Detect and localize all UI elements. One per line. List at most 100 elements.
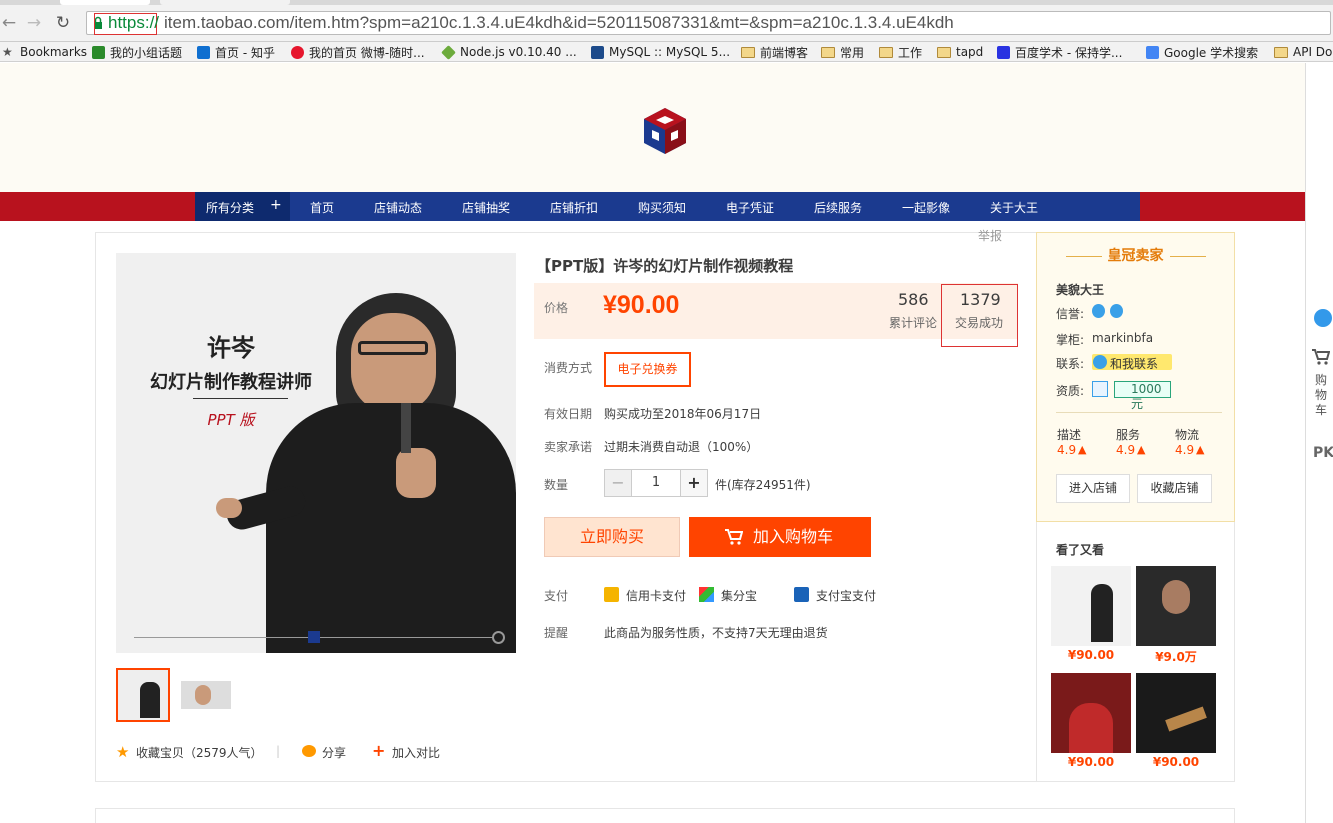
rec-item-price[interactable]: ¥9.0万 xyxy=(1136,648,1216,665)
reload-icon[interactable]: ↻ xyxy=(54,14,72,32)
reviews-label[interactable]: 累计评论 xyxy=(889,314,937,331)
contact-text: 和我联系 xyxy=(1110,357,1159,371)
bookmark-item[interactable]: 常用 xyxy=(821,44,864,60)
add-to-cart-button[interactable]: 加入购物车 xyxy=(689,517,871,557)
tab-strip xyxy=(0,0,1333,5)
rating-label: 物流 xyxy=(1175,428,1200,442)
nav-item[interactable]: 首页 xyxy=(310,199,334,216)
sales-highlight xyxy=(941,284,1018,347)
rating-label: 服务 xyxy=(1116,428,1141,442)
bookmark-item[interactable]: Google 学术搜索 xyxy=(1146,44,1258,60)
nav-item[interactable]: 后续服务 xyxy=(814,199,862,216)
rec-item-image[interactable] xyxy=(1136,673,1216,753)
bookmark-label: Bookmarks xyxy=(20,45,88,59)
seller-badge-text: 皇冠卖家 xyxy=(1107,248,1164,264)
bookmark-item[interactable]: 我的首页 微博-随时... xyxy=(291,44,425,60)
right-toolbar: 购物车 PK xyxy=(1305,63,1333,823)
credit-label: 信誉: xyxy=(1056,307,1085,321)
pay-method: 信用卡支付 xyxy=(626,589,687,603)
rec-item-image[interactable] xyxy=(1136,566,1216,646)
bookmark-item[interactable]: ★ Bookmarks xyxy=(2,44,87,60)
up-arrow-icon: ▲ xyxy=(1137,443,1146,456)
favorite-link[interactable]: 收藏宝贝（2579人气） xyxy=(136,744,263,761)
contact-button[interactable]: 和我联系 xyxy=(1092,354,1172,371)
favorite-shop-button[interactable]: 收藏店铺 xyxy=(1137,474,1212,503)
share-link[interactable]: 分享 xyxy=(322,744,346,761)
qty-input[interactable]: 1 xyxy=(632,470,680,496)
contact-label: 联系: xyxy=(1056,357,1085,371)
shop-logo-icon[interactable] xyxy=(642,106,688,156)
plus-icon[interactable]: + xyxy=(270,197,282,213)
photo-logo-icon xyxy=(308,631,320,643)
notice-value: 此商品为服务性质，不支持7天无理由退货 xyxy=(604,626,828,640)
cart-icon[interactable] xyxy=(1312,349,1330,365)
seller-name[interactable]: 美貌大王 xyxy=(1056,281,1104,298)
bookmark-item[interactable]: 首页 - 知乎 xyxy=(197,44,275,60)
rating-value: 4.9 xyxy=(1057,443,1077,457)
browser-tab[interactable] xyxy=(160,0,290,5)
coupon-option[interactable]: 电子兑换券 xyxy=(604,352,691,387)
nav-item[interactable]: 一起影像 xyxy=(902,199,950,216)
bottom-tabs xyxy=(95,808,1235,823)
nodejs-icon xyxy=(441,44,456,60)
rec-item-price[interactable]: ¥90.00 xyxy=(1051,755,1131,769)
nav-item[interactable]: 店铺动态 xyxy=(374,199,422,216)
zoom-icon[interactable] xyxy=(492,631,505,644)
bookmark-label: 前端博客 xyxy=(760,45,809,60)
bookmark-item[interactable]: 前端博客 xyxy=(741,44,808,60)
nav-item[interactable]: 店铺折扣 xyxy=(550,199,598,216)
browser-tab[interactable] xyxy=(60,0,150,5)
compare-link[interactable]: 加入对比 xyxy=(392,744,440,761)
bookmark-label: Node.js v0.10.40 ... xyxy=(460,45,577,59)
rec-item-image[interactable] xyxy=(1051,566,1131,646)
report-link[interactable]: 举报 xyxy=(978,227,1002,244)
photo-name: 许岑 xyxy=(207,334,255,362)
reviews-count[interactable]: 586 xyxy=(898,290,929,309)
enter-shop-button[interactable]: 进入店铺 xyxy=(1056,474,1130,503)
google-scholar-icon xyxy=(1146,45,1159,59)
thumbnail-2[interactable] xyxy=(181,681,231,709)
weibo-icon xyxy=(291,45,304,59)
folder-icon xyxy=(879,46,893,58)
folder-icon xyxy=(821,46,835,58)
nav-all-categories[interactable]: 所有分类 xyxy=(206,199,254,216)
star-icon: ★ xyxy=(2,44,13,59)
pay-label: 支付 xyxy=(544,589,569,603)
bookmark-item[interactable]: API Do xyxy=(1274,44,1332,60)
bookmark-item[interactable]: 工作 xyxy=(879,44,922,60)
verified-icon[interactable] xyxy=(1092,381,1108,397)
rec-item-price[interactable]: ¥90.00 xyxy=(1136,755,1216,769)
bookmark-item[interactable]: Node.js v0.10.40 ... xyxy=(441,44,577,60)
pk-button[interactable]: PK xyxy=(1313,445,1333,461)
quantity-stepper: − 1 + xyxy=(604,469,708,497)
chat-icon[interactable] xyxy=(1314,309,1332,327)
nav-item[interactable]: 电子凭证 xyxy=(726,199,774,216)
deposit-badge[interactable]: 1000元 xyxy=(1114,381,1171,411)
rec-item-price[interactable]: ¥90.00 xyxy=(1051,648,1131,662)
bookmark-item[interactable]: tapd xyxy=(937,44,983,60)
bookmark-item[interactable]: MySQL :: MySQL 5... xyxy=(591,44,730,60)
rating-value: 4.9 xyxy=(1175,443,1195,457)
rating-value: 4.9 xyxy=(1116,443,1136,457)
address-bar[interactable]: https:// item.taobao.com/item.htm?spm=a2… xyxy=(86,11,1331,35)
thumbnail-1[interactable] xyxy=(116,668,170,722)
side-cart-label[interactable]: 购物车 xyxy=(1315,373,1329,418)
bookmark-item[interactable]: 百度学术 - 保持学... xyxy=(997,44,1122,60)
photo-tag: PPT 版 xyxy=(207,411,255,429)
buy-now-button[interactable]: 立即购买 xyxy=(544,517,680,557)
nav-item[interactable]: 购买须知 xyxy=(638,199,686,216)
bookmark-label: 工作 xyxy=(898,45,923,60)
qty-minus-button[interactable]: − xyxy=(605,470,632,496)
rating-label: 描述 xyxy=(1057,428,1082,442)
consume-label: 消费方式 xyxy=(544,361,593,375)
bookmark-label: 首页 - 知乎 xyxy=(215,45,275,60)
product-main-image[interactable]: 许岑 幻灯片制作教程讲师 PPT 版 xyxy=(116,253,516,653)
bookmark-item[interactable]: 我的小组话题 xyxy=(92,44,182,60)
rec-item-image[interactable] xyxy=(1051,673,1131,753)
back-icon[interactable]: ← xyxy=(0,14,18,32)
forward-icon[interactable]: → xyxy=(25,14,43,32)
pay-method: 集分宝 xyxy=(721,589,758,603)
nav-item[interactable]: 关于大王 xyxy=(990,199,1038,216)
qty-plus-button[interactable]: + xyxy=(680,470,707,496)
nav-item[interactable]: 店铺抽奖 xyxy=(462,199,510,216)
